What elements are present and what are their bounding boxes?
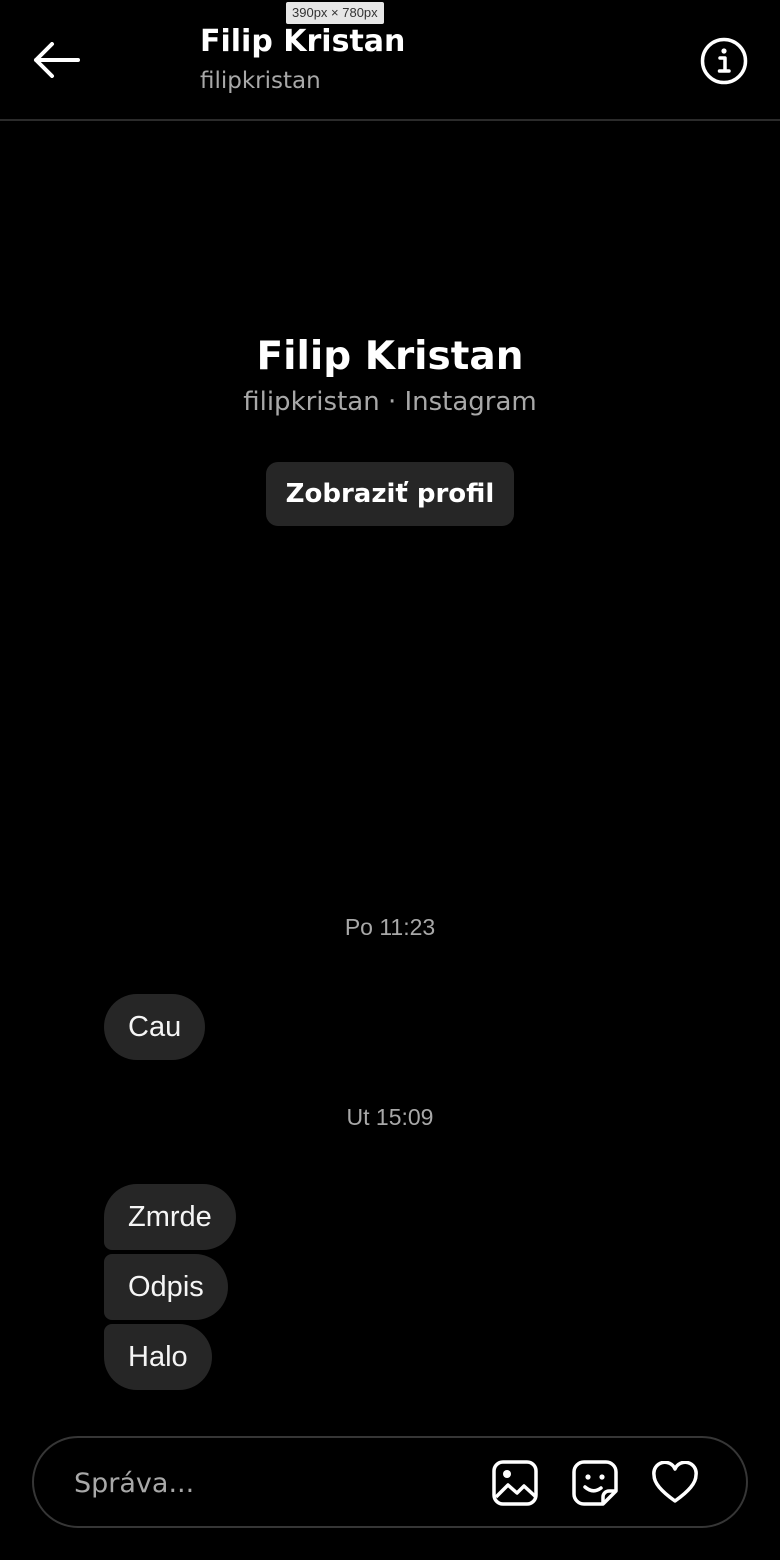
view-profile-button[interactable]: Zobraziť profil <box>266 462 514 526</box>
arrow-left-icon <box>34 42 80 78</box>
message-bubble[interactable]: Cau <box>104 994 206 1060</box>
message-timestamp: Ut 15:09 <box>346 1104 434 1130</box>
image-button[interactable] <box>490 1458 540 1508</box>
message-bubble[interactable]: Zmrde <box>104 1184 236 1250</box>
info-button[interactable] <box>694 31 754 91</box>
sticker-button[interactable] <box>570 1458 620 1508</box>
image-icon <box>492 1460 538 1506</box>
info-icon <box>700 37 748 85</box>
message-input[interactable] <box>72 1452 476 1514</box>
profile-meta: filipkristan · Instagram <box>243 387 537 417</box>
header-contact-name[interactable]: Filip Kristan <box>200 24 405 59</box>
message-timestamp: Po 11:23 <box>344 914 436 940</box>
message-bubble[interactable]: Halo <box>104 1324 212 1390</box>
sticker-icon <box>572 1460 618 1506</box>
back-button[interactable] <box>22 30 90 90</box>
header-username: filipkristan <box>200 68 321 94</box>
chat-header: Filip Kristan filipkristan <box>0 0 780 121</box>
profile-name: Filip Kristan <box>256 334 524 379</box>
message-composer <box>32 1436 748 1528</box>
message-bubble[interactable]: Odpis <box>104 1254 228 1320</box>
heart-icon <box>652 1461 698 1503</box>
like-button[interactable] <box>650 1458 700 1508</box>
